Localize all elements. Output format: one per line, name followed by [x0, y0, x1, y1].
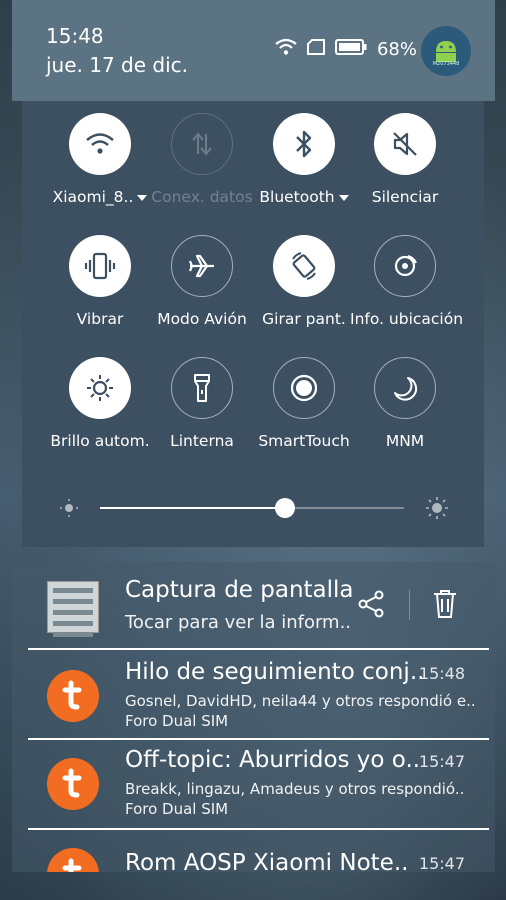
tile-smarttouch[interactable]: SmartTouch	[249, 357, 359, 450]
tapatalk-app-icon	[47, 848, 99, 872]
tile-auto-brightness[interactable]: Brillo autom.	[45, 357, 155, 450]
notification-title: Captura de pantalla	[125, 577, 354, 603]
notification-title: Off-topic: Aburridos yo o..	[125, 747, 421, 773]
notification-tapatalk-1[interactable]: Hilo de seguimiento conj.. 15:48 Gosnel,…	[12, 652, 495, 740]
notification-time: 15:47	[418, 854, 465, 872]
notification-title: Rom AOSP Xiaomi Note..	[125, 850, 409, 872]
tile-airplane-label: Modo Avión	[157, 310, 247, 328]
location-icon[interactable]	[374, 235, 436, 297]
screenshot-thumbnail	[47, 581, 99, 637]
tile-wifi-label: Xiaomi_8..	[45, 188, 155, 206]
tile-mobile-data[interactable]: Conex. datos	[147, 113, 257, 206]
notification-tapatalk-2[interactable]: Off-topic: Aburridos yo o.. 15:47 Breakk…	[12, 740, 495, 828]
avatar-label: M2073448	[432, 61, 460, 67]
status-header: 15:48 jue. 17 de dic. 68% M2073448	[12, 0, 495, 101]
user-avatar[interactable]: M2073448	[421, 26, 471, 76]
notification-forum: Foro Dual SIM	[125, 712, 229, 730]
notification-title: Hilo de seguimiento conj..	[125, 659, 425, 685]
notification-text: Gosnel, DavidHD, neila44 y otros respond…	[125, 692, 476, 710]
brightness-knob[interactable]	[275, 498, 296, 518]
notification-screenshot[interactable]: Captura de pantalla Tocar para ver la in…	[12, 562, 495, 650]
tile-airplane[interactable]: Modo Avión	[147, 235, 257, 328]
delete-icon[interactable]	[429, 588, 461, 620]
tile-auto-brightness-label: Brillo autom.	[50, 432, 150, 450]
mobile-data-icon[interactable]	[171, 113, 233, 175]
brightness-track[interactable]	[100, 507, 404, 509]
notification-time: 15:48	[418, 664, 465, 683]
notification-list: Captura de pantalla Tocar para ver la in…	[12, 562, 495, 872]
smarttouch-icon[interactable]	[273, 357, 335, 419]
date[interactable]: jue. 17 de dic.	[46, 53, 188, 77]
tile-rotate[interactable]: Girar pant.	[249, 235, 359, 328]
tile-location[interactable]: Info. ubicación	[350, 235, 464, 328]
tile-wifi[interactable]: Xiaomi_8..	[45, 113, 155, 206]
tile-mute[interactable]: Silenciar	[350, 113, 460, 206]
tile-bluetooth[interactable]: Bluetooth	[249, 113, 359, 206]
wifi-signal-icon	[275, 38, 297, 60]
tile-mute-label: Silenciar	[371, 188, 439, 206]
action-divider	[409, 590, 410, 620]
quick-settings-panel: Xiaomi_8.. Conex. datos Bluetooth Silenc…	[22, 101, 484, 547]
battery-percent: 68%	[376, 38, 417, 60]
mute-icon[interactable]	[374, 113, 436, 175]
tapatalk-app-icon	[47, 758, 99, 810]
flashlight-icon[interactable]	[171, 357, 233, 419]
rotate-icon[interactable]	[273, 235, 335, 297]
tile-flashlight[interactable]: Linterna	[147, 357, 257, 450]
tile-bluetooth-label: Bluetooth	[249, 188, 359, 206]
system-icons: 68%	[275, 38, 417, 60]
notification-subtitle: Tocar para ver la inform..	[125, 612, 352, 633]
notification-time: 15:47	[418, 752, 465, 771]
tile-rotate-label: Girar pant.	[262, 310, 346, 328]
tile-smarttouch-label: SmartTouch	[258, 432, 350, 450]
notification-divider	[28, 648, 489, 650]
dropdown-caret-icon[interactable]	[137, 194, 148, 201]
bluetooth-icon[interactable]	[273, 113, 335, 175]
notification-tapatalk-3[interactable]: Rom AOSP Xiaomi Note.. 15:47	[12, 832, 495, 872]
tile-flashlight-label: Linterna	[170, 432, 234, 450]
notification-divider	[28, 828, 489, 830]
notification-forum: Foro Dual SIM	[125, 800, 229, 818]
airplane-icon[interactable]	[171, 235, 233, 297]
night-mode-icon[interactable]	[374, 357, 436, 419]
notification-text: Breakk, lingazu, Amadeus y otros respond…	[125, 780, 465, 798]
battery-icon	[334, 39, 367, 59]
vibrate-icon[interactable]	[69, 235, 131, 297]
brightness-low-icon	[58, 497, 80, 523]
tile-location-label: Info. ubicación	[350, 310, 464, 328]
brightness-track-fill	[100, 507, 286, 509]
tile-vibrate-label: Vibrar	[76, 310, 124, 328]
tile-vibrate[interactable]: Vibrar	[45, 235, 155, 328]
tile-night-mode-label: MNM	[385, 432, 425, 450]
share-icon[interactable]	[355, 588, 387, 620]
tile-night-mode[interactable]: MNM	[350, 357, 460, 450]
dropdown-caret-icon[interactable]	[338, 194, 349, 201]
clock[interactable]: 15:48	[46, 24, 104, 48]
auto-brightness-icon[interactable]	[69, 357, 131, 419]
sim-card-icon	[306, 39, 325, 59]
wifi-icon[interactable]	[69, 113, 131, 175]
tile-mobile-data-label: Conex. datos	[151, 188, 253, 206]
brightness-high-icon	[424, 495, 450, 525]
android-robot-icon	[436, 41, 456, 62]
brightness-slider[interactable]	[58, 491, 450, 525]
tapatalk-app-icon	[47, 670, 99, 722]
